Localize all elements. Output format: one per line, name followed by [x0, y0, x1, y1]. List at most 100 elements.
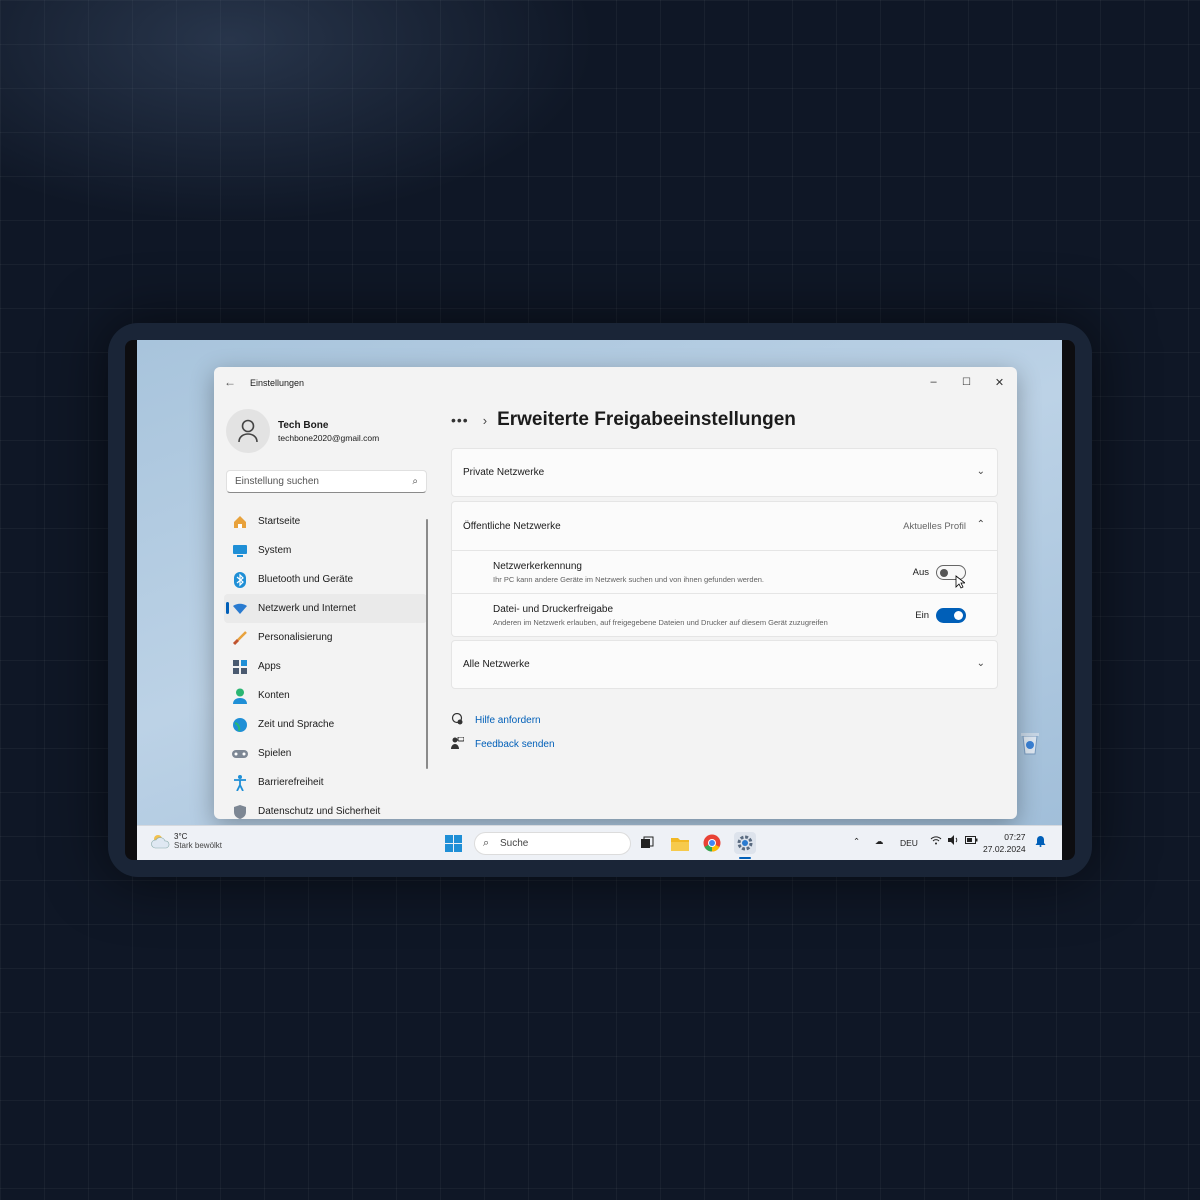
mouse-cursor-icon: [955, 575, 965, 589]
sidebar-item-system[interactable]: System: [224, 536, 427, 565]
sidebar-item-label: Startseite: [258, 516, 301, 527]
volume-icon[interactable]: [947, 835, 959, 847]
settings-gear-icon[interactable]: [734, 832, 756, 854]
monitor-icon: [231, 542, 249, 560]
sidebar-item-label: Konten: [258, 690, 290, 701]
taskbar: 3°C Stark bewölkt ⌕ Suche ⌃ ☁ DEU 07:27 …: [137, 825, 1062, 860]
sidebar-item-netzwerk[interactable]: Netzwerk und Internet: [224, 594, 427, 623]
clock[interactable]: 07:27 27.02.2024: [983, 831, 1026, 855]
person-icon: [238, 419, 258, 443]
current-profile-badge: Aktuelles Profil: [903, 521, 966, 532]
feedback-link[interactable]: Feedback senden: [451, 736, 555, 752]
home-icon: [231, 513, 249, 531]
sidebar-item-spielen[interactable]: Spielen: [224, 739, 427, 768]
sidebar-item-label: Personalisierung: [258, 632, 333, 643]
battery-icon[interactable]: [965, 836, 978, 846]
sidebar-item-label: Barrierefreiheit: [258, 777, 324, 788]
sidebar-scrollbar[interactable]: [426, 519, 428, 769]
sidebar-item-datenschutz[interactable]: Datenschutz und Sicherheit: [224, 797, 427, 819]
file-printer-sharing-state: Ein: [915, 610, 929, 621]
globe-clock-icon: [231, 716, 249, 734]
sidebar-item-personalisierung[interactable]: Personalisierung: [224, 623, 427, 652]
file-printer-sharing-title: Datei- und Druckerfreigabe: [493, 604, 614, 615]
apps-icon: [231, 658, 249, 676]
help-icon: [451, 712, 465, 728]
feedback-icon: [451, 736, 465, 752]
sidebar-item-bluetooth[interactable]: Bluetooth und Geräte: [224, 565, 427, 594]
maximize-button[interactable]: ☐: [950, 371, 983, 393]
sidebar-item-label: Netzwerk und Internet: [258, 603, 356, 614]
private-networks-label: Private Netzwerke: [463, 467, 545, 478]
network-discovery-desc: Ihr PC kann andere Geräte im Netzwerk su…: [493, 575, 764, 584]
chevron-down-icon: ⌄: [976, 658, 985, 669]
chevron-up-icon: ⌃: [976, 519, 985, 530]
settings-window: ← Einstellungen – ☐ ✕ Tech Bone techbone…: [214, 367, 1017, 819]
clock-time: 07:27: [1004, 832, 1026, 842]
all-networks-label: Alle Netzwerke: [463, 659, 530, 670]
gamepad-icon: [231, 745, 249, 763]
settings-search-input[interactable]: Einstellung suchen ⌕: [226, 470, 427, 493]
bluetooth-icon: [231, 571, 249, 589]
sidebar-item-barrierefreiheit[interactable]: Barrierefreiheit: [224, 768, 427, 797]
sidebar-item-label: Spielen: [258, 748, 292, 759]
sidebar-item-startseite[interactable]: Startseite: [224, 507, 427, 536]
sidebar-item-konten[interactable]: Konten: [224, 681, 427, 710]
network-discovery-title: Netzwerkerkennung: [493, 561, 582, 572]
shield-icon: [231, 803, 249, 820]
search-icon: ⌕: [483, 837, 490, 849]
brush-icon: [231, 629, 249, 647]
sidebar-item-label: Datenschutz und Sicherheit: [258, 806, 381, 817]
close-button[interactable]: ✕: [983, 371, 1016, 393]
clock-date: 27.02.2024: [983, 844, 1026, 854]
all-networks-card[interactable]: Alle Netzwerke ⌄: [451, 640, 998, 689]
network-discovery-state: Aus: [912, 567, 929, 578]
wifi-icon[interactable]: [930, 835, 942, 847]
wifi-icon: [231, 600, 249, 618]
taskbar-search-label: Suche: [500, 838, 529, 849]
task-view-icon[interactable]: [637, 833, 657, 853]
avatar: [226, 409, 270, 453]
active-app-indicator: [739, 857, 751, 859]
help-link[interactable]: Hilfe anfordern: [451, 712, 541, 728]
weather-widget[interactable]: 3°C Stark bewölkt: [151, 832, 222, 850]
sidebar-item-label: Zeit und Sprache: [258, 719, 335, 730]
breadcrumb-more-button[interactable]: •••: [451, 412, 469, 428]
public-networks-card[interactable]: Öffentliche Netzwerke Aktuelles Profil ⌃: [451, 501, 998, 551]
sidebar-item-label: System: [258, 545, 292, 556]
onedrive-icon[interactable]: ☁: [875, 836, 884, 847]
file-printer-sharing-row: Datei- und Druckerfreigabe Anderen im Ne…: [451, 594, 998, 637]
sidebar-item-label: Bluetooth und Geräte: [258, 574, 354, 585]
recycle-bin-icon[interactable]: [1015, 728, 1045, 758]
taskbar-search[interactable]: ⌕ Suche: [474, 832, 631, 855]
breadcrumb: ••• › Erweiterte Freigabeeinstellungen: [451, 409, 796, 431]
chrome-icon[interactable]: [702, 833, 722, 853]
cloud-icon: [151, 835, 170, 849]
sidebar-item-zeit[interactable]: Zeit und Sprache: [224, 710, 427, 739]
desktop: ← Einstellungen – ☐ ✕ Tech Bone techbone…: [137, 340, 1062, 860]
weather-description: Stark bewölkt: [174, 841, 223, 850]
title-bar: ← Einstellungen – ☐ ✕: [214, 367, 1017, 399]
sidebar-item-apps[interactable]: Apps: [224, 652, 427, 681]
user-profile[interactable]: Tech Bone techbone2020@gmail.com: [226, 409, 379, 453]
language-indicator[interactable]: DEU: [900, 838, 918, 848]
chevron-down-icon: ⌄: [976, 466, 985, 477]
file-printer-sharing-desc: Anderen im Netzwerk erlauben, auf freige…: [493, 618, 828, 627]
public-networks-label: Öffentliche Netzwerke: [463, 521, 561, 532]
device-bezel: ← Einstellungen – ☐ ✕ Tech Bone techbone…: [125, 340, 1075, 860]
minimize-button[interactable]: –: [917, 371, 950, 393]
chevron-right-icon: ›: [482, 412, 488, 428]
private-networks-card[interactable]: Private Netzwerke ⌄: [451, 448, 998, 497]
help-link-label: Hilfe anfordern: [475, 715, 541, 726]
file-printer-sharing-toggle[interactable]: [936, 608, 966, 623]
sidebar-item-label: Apps: [258, 661, 281, 672]
chevron-up-icon[interactable]: ⌃: [853, 836, 860, 847]
accessibility-icon: [231, 774, 249, 792]
app-title: Einstellungen: [250, 378, 305, 388]
back-arrow-icon[interactable]: ←: [224, 375, 236, 389]
notification-bell-icon[interactable]: [1035, 835, 1046, 849]
user-name: Tech Bone: [278, 419, 329, 431]
file-explorer-icon[interactable]: [670, 833, 690, 853]
person-icon: [231, 687, 249, 705]
windows-start-icon[interactable]: [445, 835, 462, 852]
page-title: Erweiterte Freigabeeinstellungen: [497, 409, 796, 430]
